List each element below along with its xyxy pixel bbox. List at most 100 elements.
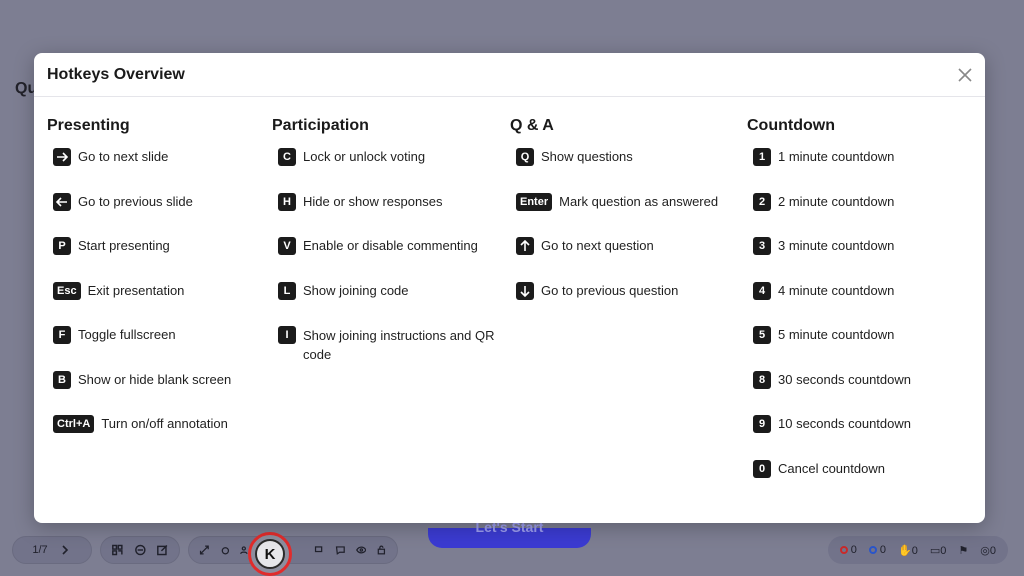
hotkey-label: Lock or unlock voting — [303, 149, 426, 164]
column-title-countdown: Countdown — [747, 117, 835, 134]
hotkey-label: Show questions — [541, 149, 633, 164]
hotkey-key-badge: C — [278, 148, 296, 166]
chat-icon[interactable] — [335, 543, 346, 557]
hotkey-row: 3 3 minute countdown — [753, 237, 894, 255]
timer-icon[interactable] — [220, 543, 231, 557]
lets-start-button[interactable]: Let's Start — [428, 520, 591, 548]
blue-status-count: 0 — [868, 544, 886, 556]
hotkey-row: I Show joining instructions and QR code — [278, 326, 498, 364]
column-title-participation: Participation — [272, 117, 369, 134]
arrow-up-icon — [516, 237, 534, 255]
hotkey-row: Go to previous question — [516, 282, 678, 300]
hotkey-label: Go to previous question — [541, 283, 679, 298]
fullscreen-icon[interactable] — [199, 543, 210, 557]
hotkey-key-badge: 0 — [753, 460, 771, 478]
session-status-bar: 0 0 ✋0 ▭0 ⚑ ◎0 — [827, 536, 1008, 564]
hotkey-label: Exit presentation — [87, 283, 185, 298]
hotkey-label: Go to previous slide — [78, 194, 193, 209]
hotkey-label: Hide or show responses — [303, 194, 443, 209]
flag-icon[interactable]: ⚑ — [958, 544, 968, 557]
hotkey-label: 5 minute countdown — [778, 327, 895, 342]
hotkey-key-badge: I — [278, 326, 296, 344]
hotkey-row: 9 10 seconds countdown — [753, 415, 911, 433]
dialog-title: Hotkeys Overview — [47, 66, 185, 83]
participants-count[interactable]: ◎0 — [980, 544, 996, 557]
hotkey-key-badge: 5 — [753, 326, 771, 344]
lock-icon[interactable] — [376, 543, 387, 557]
hotkey-label: Mark question as answered — [559, 194, 719, 209]
hotkey-row: Go to next question — [516, 237, 654, 255]
red-status-count: 0 — [839, 544, 857, 556]
hotkey-key-badge: 1 — [753, 148, 771, 166]
eye-icon[interactable] — [355, 543, 367, 557]
hotkey-row: B Show or hide blank screen — [53, 371, 231, 389]
arrow-left-icon — [53, 193, 71, 211]
hotkey-label: Go to next question — [541, 238, 654, 253]
hotkeys-overview-dialog: Hotkeys Overview Presenting Go to next sl… — [34, 53, 985, 523]
hotkey-key-badge: H — [278, 193, 296, 211]
hotkey-label: 10 seconds countdown — [778, 416, 911, 431]
hotkey-row: F Toggle fullscreen — [53, 326, 176, 344]
hotkey-row: 8 30 seconds countdown — [753, 371, 911, 389]
hotkey-key-badge: Esc — [53, 282, 81, 300]
hotkey-row: Esc Exit presentation — [53, 282, 184, 300]
chevron-right-icon[interactable] — [58, 543, 72, 557]
hotkey-label: Enable or disable commenting — [303, 238, 478, 253]
slide-navigator[interactable]: 1/7 — [12, 536, 92, 564]
hotkey-key-badge: 2 — [753, 193, 771, 211]
hotkey-label: Show or hide blank screen — [78, 372, 232, 387]
hotkey-label: 3 minute countdown — [778, 238, 895, 253]
hotkey-indicator-badge[interactable]: K — [248, 532, 292, 576]
hotkey-row: H Hide or show responses — [278, 193, 442, 211]
column-title-q-a: Q & A — [510, 117, 554, 134]
hotkey-key-badge: F — [53, 326, 71, 344]
arrow-down-icon — [516, 282, 534, 300]
hotkey-label: Show joining code — [303, 283, 409, 298]
hotkey-key-badge: 8 — [753, 371, 771, 389]
toolbar-group-share — [100, 536, 180, 564]
close-icon — [958, 68, 972, 82]
dialog-header: Hotkeys Overview — [34, 53, 985, 97]
hotkey-key-badge: V — [278, 237, 296, 255]
hotkey-label: Toggle fullscreen — [78, 327, 176, 342]
hotkey-row: 0 Cancel countdown — [753, 460, 885, 478]
hotkey-key-badge: Q — [516, 148, 534, 166]
k-key-icon: K — [255, 539, 285, 569]
hotkey-row: 1 1 minute countdown — [753, 148, 894, 166]
arrow-right-icon — [53, 148, 71, 166]
hotkey-key-badge: 4 — [753, 282, 771, 300]
hotkey-key-badge: Ctrl+A — [53, 415, 95, 433]
hotkey-label: Turn on/off annotation — [101, 416, 228, 431]
edit-icon[interactable] — [156, 543, 169, 557]
chat-count[interactable]: ▭0 — [930, 544, 947, 557]
hotkey-row: P Start presenting — [53, 237, 170, 255]
hotkey-label: Go to next slide — [78, 149, 169, 164]
close-button[interactable] — [958, 68, 972, 82]
qr-code-icon[interactable] — [111, 543, 124, 557]
hotkey-label: 1 minute countdown — [778, 149, 895, 164]
hotkey-label: Cancel countdown — [778, 461, 885, 476]
hotkey-key-badge: P — [53, 237, 71, 255]
hotkey-row: C Lock or unlock voting — [278, 148, 425, 166]
comments-icon[interactable] — [314, 543, 325, 557]
link-icon[interactable] — [134, 543, 147, 557]
column-title-presenting: Presenting — [47, 117, 130, 134]
hotkey-row: Ctrl+A Turn on/off annotation — [53, 415, 228, 433]
hotkey-key-badge: L — [278, 282, 296, 300]
raised-hands-count[interactable]: ✋0 — [898, 544, 918, 557]
hotkey-label: 2 minute countdown — [778, 194, 895, 209]
hotkey-row: Go to next slide — [53, 148, 168, 166]
hotkey-key-badge: 9 — [753, 415, 771, 433]
hotkey-row: Q Show questions — [516, 148, 633, 166]
hotkey-label: 30 seconds countdown — [778, 372, 911, 387]
hotkey-row: Go to previous slide — [53, 193, 193, 211]
hotkey-row: Enter Mark question as answered — [516, 193, 718, 211]
toolbar-group-controls — [188, 536, 398, 564]
hotkey-key-badge: B — [53, 371, 71, 389]
hotkey-row: 2 2 minute countdown — [753, 193, 894, 211]
slide-counter: 1/7 — [32, 544, 48, 556]
hotkey-label: Start presenting — [78, 238, 170, 253]
hotkey-row: 4 4 minute countdown — [753, 282, 894, 300]
hotkey-row: 5 5 minute countdown — [753, 326, 894, 344]
hotkey-row: L Show joining code — [278, 282, 409, 300]
